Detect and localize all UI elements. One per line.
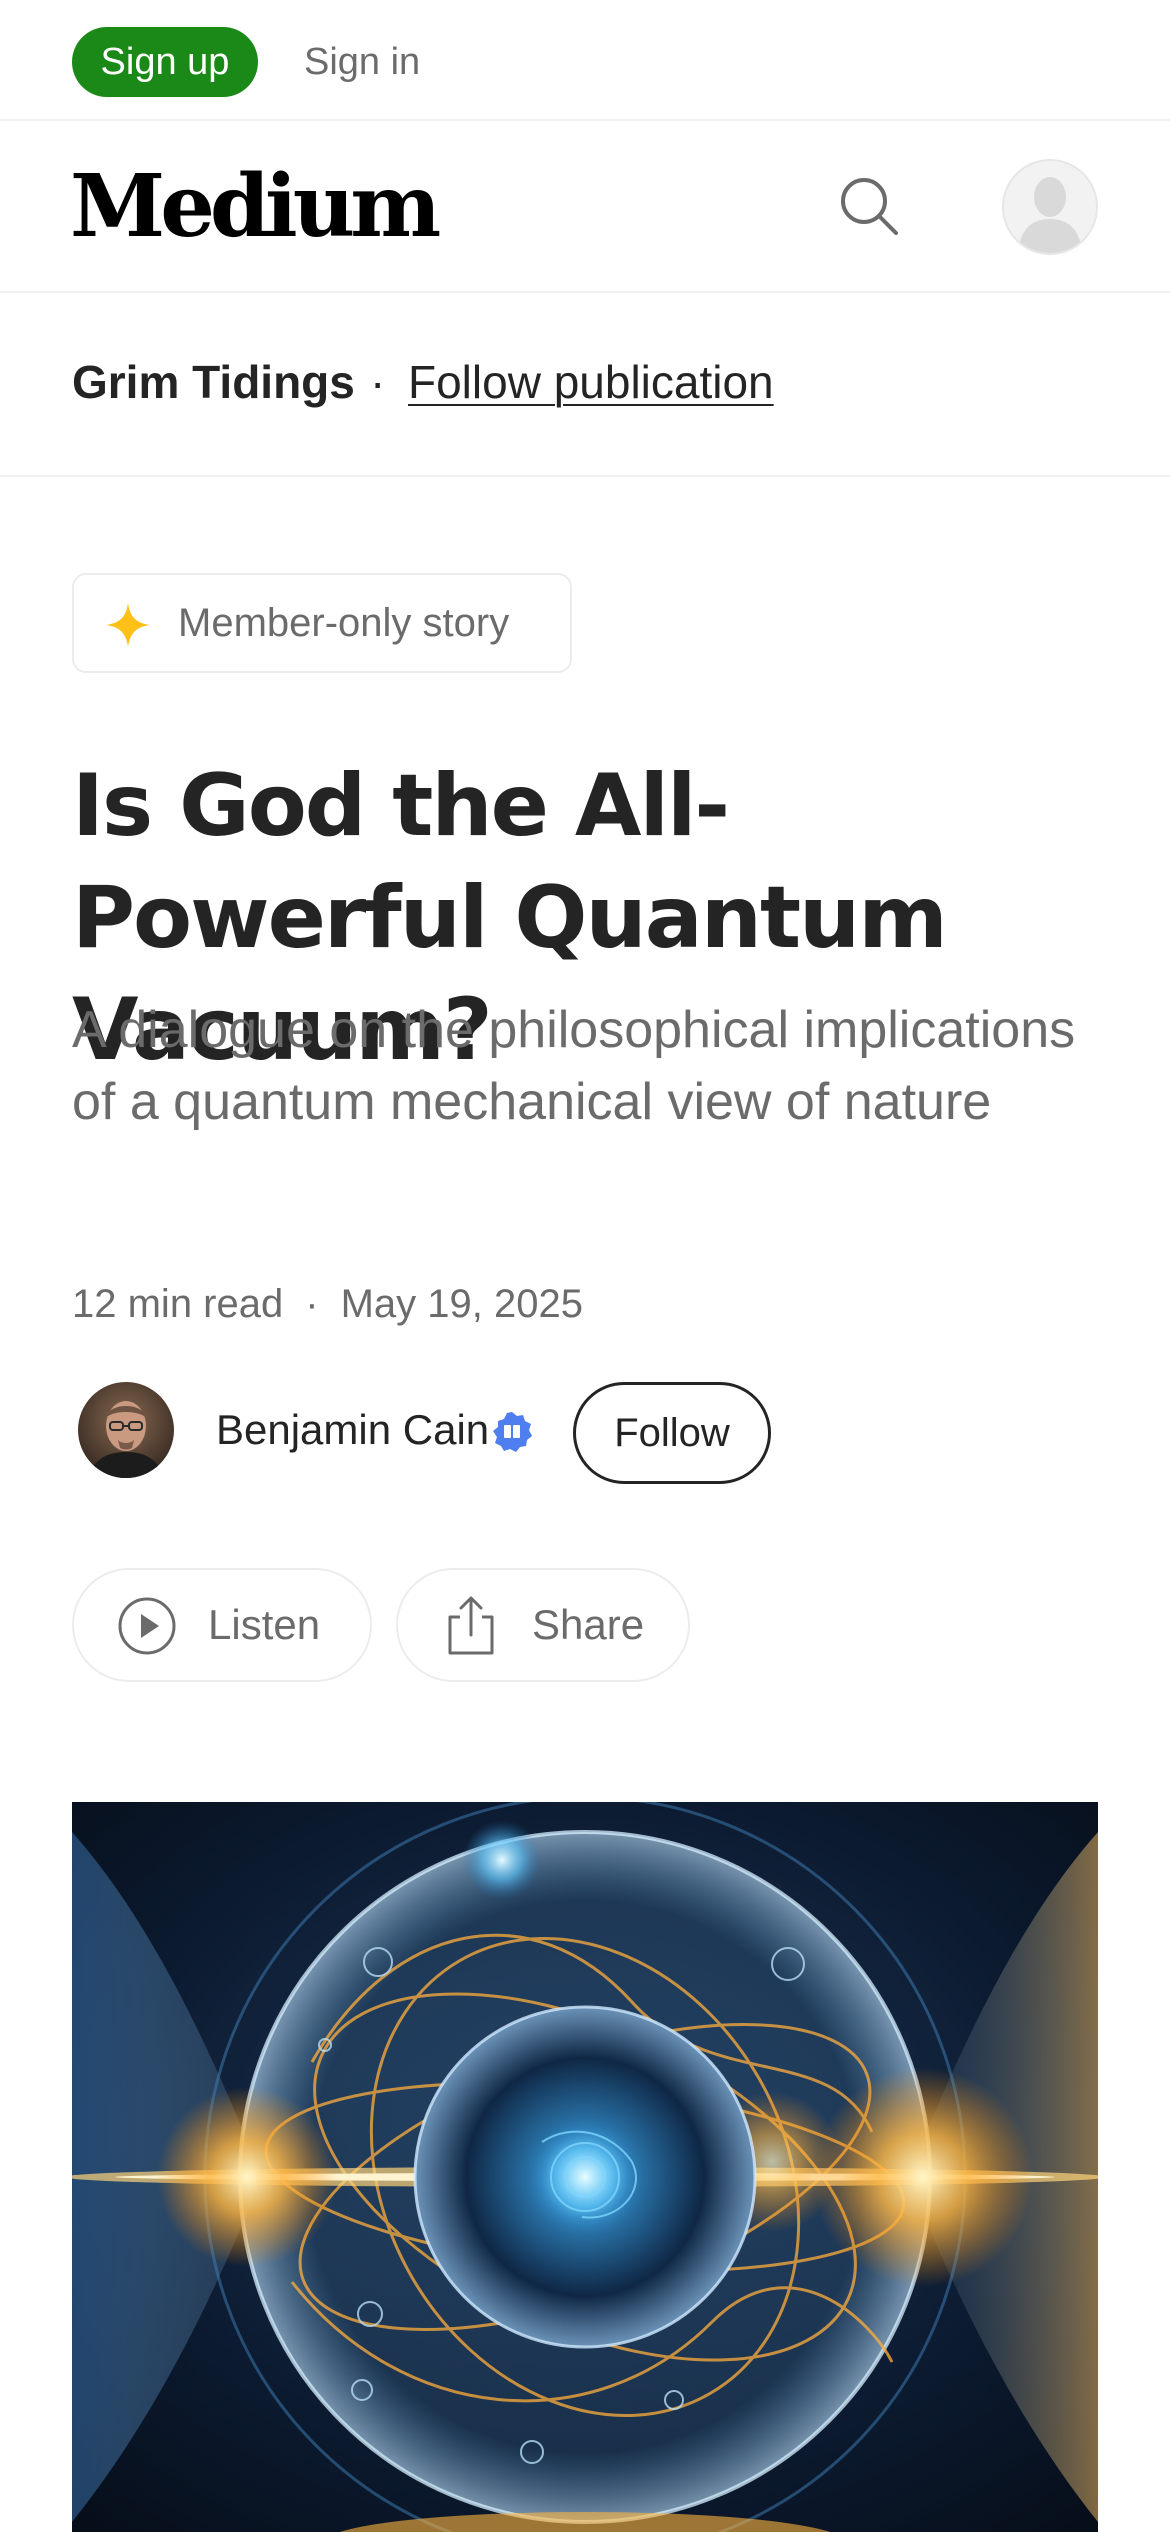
publication-name[interactable]: Grim Tidings (72, 355, 355, 409)
share-button[interactable]: Share (396, 1568, 690, 1682)
author-name[interactable]: Benjamin Cain (216, 1404, 489, 1456)
listen-label: Listen (208, 1601, 321, 1648)
sparkle-star-icon (106, 603, 150, 647)
author-avatar[interactable] (78, 1382, 174, 1478)
follow-publication-link[interactable]: Follow publication (408, 355, 774, 409)
publish-date: May 19, 2025 (340, 1282, 583, 1326)
site-header: Medium (0, 121, 1170, 293)
search-icon[interactable] (836, 173, 902, 239)
publication-separator: · (370, 356, 386, 408)
read-time: 12 min read (72, 1282, 284, 1326)
member-only-badge: Member-only story (72, 573, 572, 673)
sign-in-link[interactable]: Sign in (304, 27, 420, 97)
follow-author-button[interactable]: Follow (573, 1382, 771, 1484)
medium-logo[interactable]: Medium (70, 151, 441, 263)
meta-separator: · (305, 1282, 319, 1326)
verified-badge-icon (490, 1410, 534, 1454)
sign-up-button[interactable]: Sign up (72, 27, 258, 97)
listen-button[interactable]: Listen (72, 1568, 372, 1682)
share-label: Share (532, 1601, 645, 1648)
article-meta: 12 min read · May 19, 2025 (72, 1282, 583, 1327)
user-avatar-icon[interactable] (1002, 159, 1098, 255)
member-only-label: Member-only story (178, 601, 510, 645)
article-hero-image (72, 1802, 1098, 2532)
play-circle-icon (116, 1595, 178, 1657)
share-icon (440, 1595, 502, 1657)
publication-bar: Grim Tidings · Follow publication (0, 293, 1170, 477)
auth-bar: Sign up Sign in (0, 0, 1170, 121)
article-subtitle: A dialogue on the philosophical implicat… (72, 1001, 1076, 1131)
